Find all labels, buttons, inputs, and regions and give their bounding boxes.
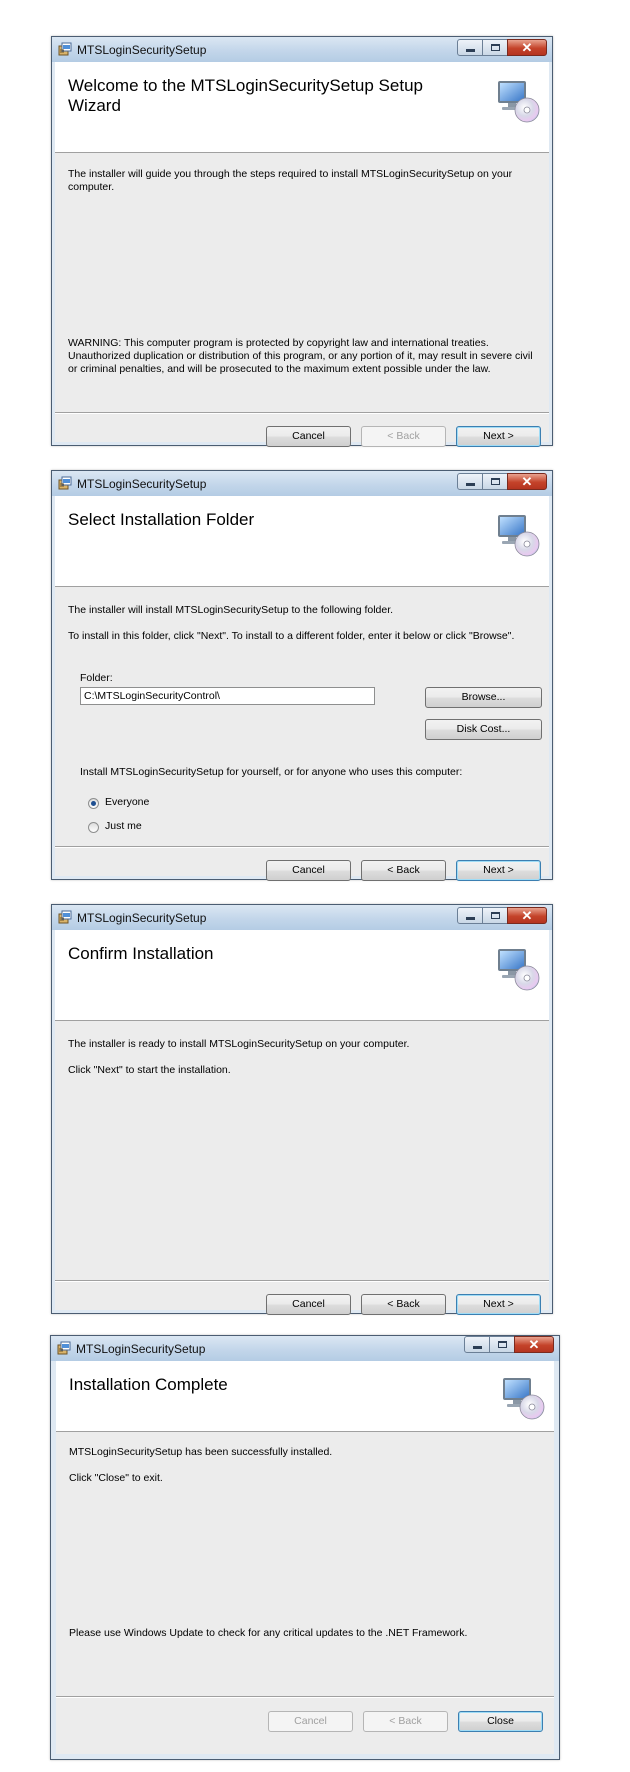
footer-divider (55, 1280, 549, 1282)
computer-with-disc-icon (495, 946, 541, 992)
everyone-radio[interactable] (88, 798, 99, 809)
minimize-button[interactable] (457, 907, 483, 924)
minimize-icon (465, 917, 475, 920)
title-bar[interactable]: MTSLoginSecuritySetup ✕ (52, 905, 552, 930)
success-text: MTSLoginSecuritySetup has been successfu… (69, 1446, 333, 1458)
banner: Select Installation Folder (55, 496, 549, 587)
just-me-radio[interactable] (88, 822, 99, 833)
disk-cost-button[interactable]: Disk Cost... (425, 719, 542, 740)
computer-with-disc-icon (500, 1375, 546, 1421)
close-icon: ✕ (521, 474, 533, 489)
maximize-button[interactable] (482, 473, 508, 490)
maximize-button[interactable] (482, 39, 508, 56)
installation-complete-dialog: MTSLoginSecuritySetup ✕ Installation Com… (50, 1335, 560, 1760)
footer-divider (55, 846, 549, 848)
page-title: Confirm Installation (68, 944, 214, 963)
cancel-button[interactable]: Cancel (268, 1711, 353, 1732)
minimize-button[interactable] (457, 473, 483, 490)
installer-box-icon (58, 42, 72, 56)
folder-label: Folder: (80, 672, 113, 684)
welcome-dialog: MTSLoginSecuritySetup ✕ Welcome to the M… (51, 36, 553, 447)
windows-update-note: Please use Windows Update to check for a… (69, 1627, 468, 1639)
minimize-icon (472, 1346, 482, 1349)
page-title: Welcome to the MTSLoginSecuritySetup Set… (68, 76, 423, 115)
browse-button[interactable]: Browse... (425, 687, 542, 708)
close-window-button[interactable]: ✕ (514, 1336, 554, 1353)
minimize-icon (465, 483, 475, 486)
page-title: Installation Complete (69, 1375, 228, 1394)
confirm-installation-dialog: MTSLoginSecuritySetup ✕ Confirm Installa… (51, 904, 553, 1315)
maximize-icon (490, 44, 500, 51)
back-button[interactable]: < Back (361, 860, 446, 881)
maximize-button[interactable] (489, 1336, 515, 1353)
close-window-button[interactable]: ✕ (507, 907, 547, 924)
instructions-text: To install in this folder, click "Next".… (68, 630, 515, 642)
page-title: Select Installation Folder (68, 510, 255, 529)
back-button[interactable]: < Back (363, 1711, 448, 1732)
close-window-button[interactable]: ✕ (507, 473, 547, 490)
everyone-label[interactable]: Everyone (105, 796, 149, 808)
close-button[interactable]: Close (458, 1711, 543, 1732)
select-folder-dialog: MTSLoginSecuritySetup ✕ Select Installat… (51, 470, 553, 881)
back-button[interactable]: < Back (361, 1294, 446, 1315)
cancel-button[interactable]: Cancel (266, 426, 351, 447)
banner: Installation Complete (56, 1361, 554, 1432)
window-title: MTSLoginSecuritySetup (76, 1342, 206, 1356)
title-bar[interactable]: MTSLoginSecuritySetup ✕ (52, 37, 552, 62)
computer-with-disc-icon (495, 78, 541, 124)
close-icon: ✕ (528, 1337, 540, 1352)
back-button[interactable]: < Back (361, 426, 446, 447)
maximize-icon (490, 478, 500, 485)
exit-instructions-text: Click "Close" to exit. (69, 1472, 163, 1484)
maximize-icon (497, 1341, 507, 1348)
title-bar[interactable]: MTSLoginSecuritySetup ✕ (52, 471, 552, 496)
just-me-label[interactable]: Just me (105, 820, 142, 832)
close-icon: ✕ (521, 40, 533, 55)
ready-text: The installer is ready to install MTSLog… (68, 1038, 410, 1050)
warning-text: WARNING: This computer program is protec… (68, 337, 533, 375)
maximize-icon (490, 912, 500, 919)
cancel-button[interactable]: Cancel (266, 1294, 351, 1315)
footer-divider (55, 412, 549, 414)
close-window-button[interactable]: ✕ (507, 39, 547, 56)
install-scope-prompt: Install MTSLoginSecuritySetup for yourse… (80, 766, 463, 778)
minimize-button[interactable] (464, 1336, 490, 1353)
title-bar[interactable]: MTSLoginSecuritySetup ✕ (51, 1336, 559, 1361)
maximize-button[interactable] (482, 907, 508, 924)
next-button[interactable]: Next > (456, 860, 541, 881)
footer-divider (56, 1696, 554, 1698)
computer-with-disc-icon (495, 512, 541, 558)
install-location-text: The installer will install MTSLoginSecur… (68, 604, 394, 616)
next-button[interactable]: Next > (456, 426, 541, 447)
window-title: MTSLoginSecuritySetup (77, 911, 207, 925)
window-title: MTSLoginSecuritySetup (77, 43, 207, 57)
start-instructions-text: Click "Next" to start the installation. (68, 1064, 231, 1076)
minimize-button[interactable] (457, 39, 483, 56)
installer-box-icon (57, 1341, 71, 1355)
window-title: MTSLoginSecuritySetup (77, 477, 207, 491)
intro-text: The installer will guide you through the… (68, 168, 513, 193)
cancel-button[interactable]: Cancel (266, 860, 351, 881)
banner: Confirm Installation (55, 930, 549, 1021)
installer-box-icon (58, 476, 72, 490)
minimize-icon (465, 49, 475, 52)
next-button[interactable]: Next > (456, 1294, 541, 1315)
folder-path-input[interactable]: C:\MTSLoginSecurityControl\ (80, 687, 375, 705)
banner: Welcome to the MTSLoginSecuritySetup Set… (55, 62, 549, 153)
close-icon: ✕ (521, 908, 533, 923)
installer-box-icon (58, 910, 72, 924)
